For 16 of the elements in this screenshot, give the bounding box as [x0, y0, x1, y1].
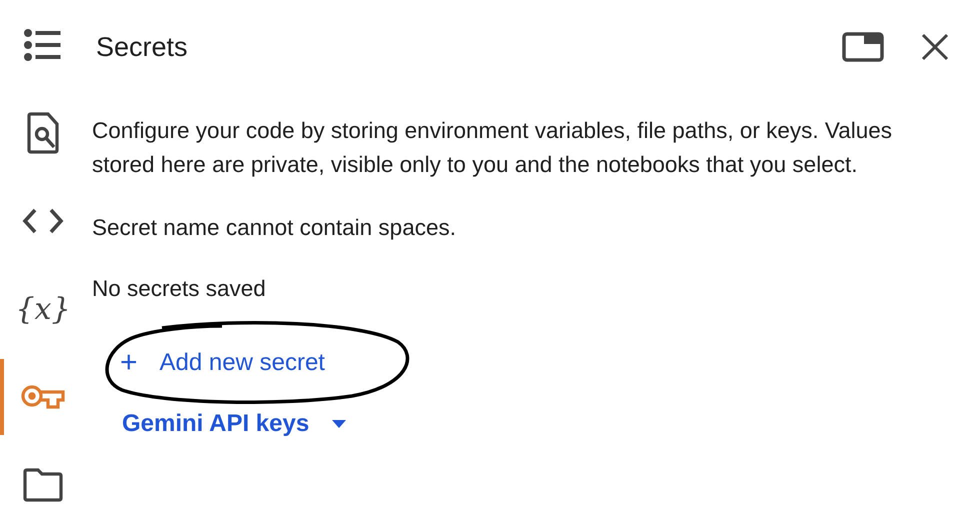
- api-keys-dropdown[interactable]: Gemini API keys: [122, 406, 348, 442]
- document-search-icon: [26, 112, 60, 154]
- note-text: Secret name cannot contain spaces.: [92, 214, 457, 242]
- caret-icon: [331, 419, 348, 429]
- key-icon: [20, 384, 66, 410]
- close-icon[interactable]: [920, 32, 950, 62]
- panel-title: Secrets: [96, 32, 188, 62]
- variables-icon: {x}: [15, 292, 71, 326]
- folder-icon: [22, 468, 64, 502]
- sidebar-tab[interactable]: {x}: [0, 265, 86, 353]
- description-text: Configure your code by storing environment variables, file paths, or keys. Values stored here are private, visible only to you and the notebooks that you select.: [92, 117, 893, 179]
- window-icon[interactable]: [842, 32, 884, 62]
- add-secret-button[interactable]: + Add new secret: [92, 342, 335, 384]
- empty-message: No secrets saved: [92, 275, 267, 303]
- list-icon: [23, 28, 63, 62]
- code-icon: [22, 208, 64, 234]
